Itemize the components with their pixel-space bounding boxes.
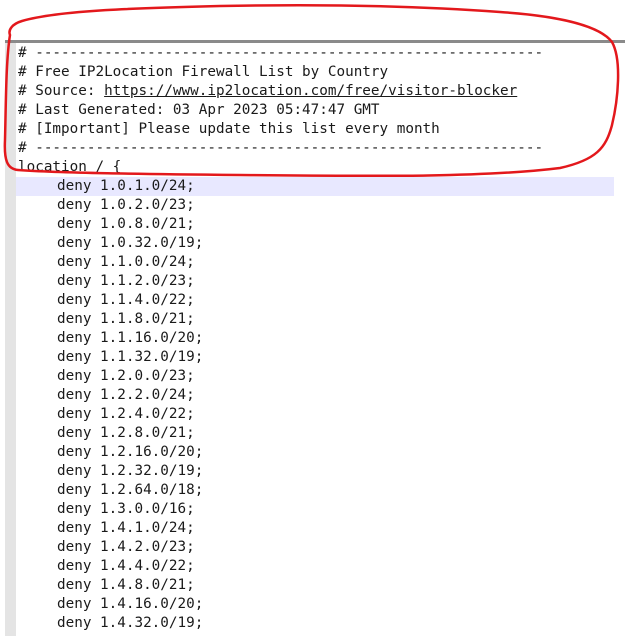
- deny-rule-text: deny 1.4.1.0/24;: [57, 520, 195, 536]
- deny-rule-line: deny 1.1.0.0/24;: [18, 253, 618, 272]
- comment-line: # --------------------------------------…: [18, 140, 544, 156]
- deny-rule-line: deny 1.0.32.0/19;: [18, 234, 618, 253]
- deny-rule-line: deny 1.2.16.0/20;: [18, 443, 618, 462]
- deny-rule-line: deny 1.4.1.0/24;: [18, 519, 618, 538]
- deny-rule-text: deny 1.1.4.0/22;: [57, 292, 195, 308]
- deny-rule-line: deny 1.1.4.0/22;: [18, 291, 618, 310]
- deny-rule-text: deny 1.4.8.0/21;: [57, 577, 195, 593]
- deny-rule-line: deny 1.1.8.0/21;: [18, 310, 618, 329]
- deny-rule-line: deny 1.4.8.0/21;: [18, 576, 618, 595]
- deny-rule-line: deny 1.2.0.0/23;: [18, 367, 618, 386]
- deny-rule-text: deny 1.4.16.0/20;: [57, 596, 204, 612]
- deny-rule-line: deny 1.2.32.0/19;: [18, 462, 618, 481]
- comment-line: # [Important] Please update this list ev…: [18, 121, 440, 137]
- deny-rule-line: deny 1.4.2.0/23;: [18, 538, 618, 557]
- deny-rule-line: deny 1.2.8.0/21;: [18, 424, 618, 443]
- deny-rule-line: deny 1.1.2.0/23;: [18, 272, 618, 291]
- comment-line: # Free IP2Location Firewall List by Coun…: [18, 64, 389, 80]
- comment-line-source: # Source: https://www.ip2location.com/fr…: [18, 82, 618, 101]
- deny-rule-text: deny 1.0.32.0/19;: [57, 235, 204, 251]
- deny-rule-text: deny 1.3.0.0/16;: [57, 501, 195, 517]
- deny-rule-line: deny 1.0.2.0/23;: [18, 196, 618, 215]
- deny-rule-text: deny 1.1.32.0/19;: [57, 349, 204, 365]
- deny-rule-line: deny 1.4.16.0/20;: [18, 595, 618, 614]
- deny-rule-line: deny 1.1.16.0/20;: [18, 329, 618, 348]
- deny-rule-line: deny 1.3.0.0/16;: [18, 500, 618, 519]
- editor-gutter: [5, 43, 16, 636]
- deny-rule-text: deny 1.1.16.0/20;: [57, 330, 204, 346]
- deny-rule-line: deny 1.0.8.0/21;: [18, 215, 618, 234]
- deny-rule-line: deny 1.2.64.0/18;: [18, 481, 618, 500]
- comment-line: # Last Generated: 03 Apr 2023 05:47:47 G…: [18, 102, 380, 118]
- deny-rule-text: deny 1.4.32.0/19;: [57, 615, 204, 631]
- deny-rule-line: deny 1.1.32.0/19;: [18, 348, 618, 367]
- source-label: # Source:: [18, 83, 105, 99]
- deny-rule-text: deny 1.2.64.0/18;: [57, 482, 204, 498]
- deny-rule-text: deny 1.2.4.0/22;: [57, 406, 195, 422]
- editor-top-border: [5, 40, 625, 43]
- comment-line: # --------------------------------------…: [18, 45, 544, 61]
- deny-rule-text: deny 1.2.32.0/19;: [57, 463, 204, 479]
- deny-rule-line: deny 1.4.32.0/19;: [18, 614, 618, 633]
- text-editor[interactable]: # --------------------------------------…: [18, 44, 618, 633]
- deny-rule-text: deny 1.2.2.0/24;: [57, 387, 195, 403]
- deny-rule-text: deny 1.2.8.0/21;: [57, 425, 195, 441]
- deny-rule-text: deny 1.2.16.0/20;: [57, 444, 204, 460]
- deny-rule-text: deny 1.4.2.0/23;: [57, 539, 195, 555]
- deny-rule-text: deny 1.4.4.0/22;: [57, 558, 195, 574]
- deny-rule-line: deny 1.2.4.0/22;: [18, 405, 618, 424]
- deny-rule-line: deny 1.2.2.0/24;: [18, 386, 618, 405]
- deny-rule-list: deny 1.0.1.0/24; deny 1.0.2.0/23; deny 1.0…: [18, 177, 618, 633]
- deny-rule-text: deny 1.1.0.0/24;: [57, 254, 195, 270]
- deny-rule-text: deny 1.0.1.0/24;: [57, 178, 195, 194]
- deny-rule-text: deny 1.2.0.0/23;: [57, 368, 195, 384]
- deny-rule-text: deny 1.0.2.0/23;: [57, 197, 195, 213]
- location-line: location / {: [18, 159, 122, 175]
- source-link[interactable]: https://www.ip2location.com/free/visitor…: [104, 82, 517, 101]
- deny-rule-text: deny 1.1.2.0/23;: [57, 273, 195, 289]
- deny-rule-text: deny 1.0.8.0/21;: [57, 216, 195, 232]
- deny-rule-line: deny 1.4.4.0/22;: [18, 557, 618, 576]
- deny-rule-line: deny 1.0.1.0/24;: [18, 177, 618, 196]
- deny-rule-text: deny 1.1.8.0/21;: [57, 311, 195, 327]
